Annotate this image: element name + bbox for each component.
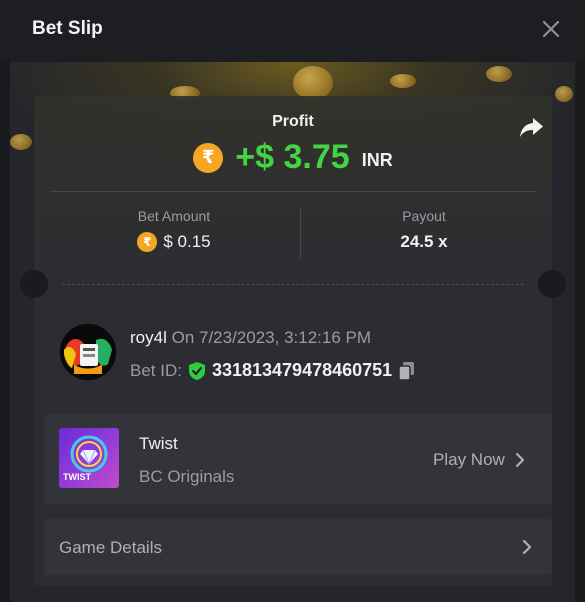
payout-stat: Payout 24.5 x	[299, 208, 549, 252]
shield-check-icon	[188, 361, 206, 381]
bet-id-value: 331813479478460751	[211, 360, 393, 380]
play-now-button[interactable]: Play Now	[433, 450, 525, 470]
chevron-right-icon	[515, 452, 525, 468]
game-card[interactable]: TWIST Twist BC Originals Play Now	[44, 414, 552, 504]
payout-label: Payout	[402, 208, 446, 224]
close-icon[interactable]	[540, 18, 562, 40]
payout-value: 24.5 x	[400, 232, 448, 251]
profit-row: ₹ +$ 3.75 INR	[34, 138, 552, 177]
decorative-coin	[10, 134, 32, 150]
decorative-coin	[486, 66, 512, 82]
decorative-coin	[293, 66, 333, 100]
rupee-coin-icon: ₹	[193, 142, 224, 173]
bet-id-line: Bet ID: 331813479478460751	[130, 360, 416, 381]
bet-amount-row: ₹ $ 0.15	[49, 232, 299, 252]
profit-value: +$ 3.75	[235, 138, 350, 176]
decorative-coin	[555, 86, 573, 102]
bet-card: Profit ₹ +$ 3.75 INR Bet Amount ₹ $ 0.15…	[20, 96, 566, 586]
game-details-label: Game Details	[59, 538, 162, 557]
game-provider: BC Originals	[139, 467, 235, 486]
ticket-notch-right	[538, 270, 566, 298]
bet-amount-label: Bet Amount	[137, 208, 211, 224]
game-thumbnail: TWIST	[59, 428, 119, 488]
share-icon[interactable]	[518, 116, 544, 140]
profit-label: Profit	[272, 113, 314, 130]
bet-id-label: Bet ID:	[130, 360, 182, 380]
game-details-row[interactable]: Game Details	[44, 519, 552, 575]
chevron-right-icon	[522, 539, 532, 560]
bet-slip-panel: Profit ₹ +$ 3.75 INR Bet Amount ₹ $ 0.15…	[10, 62, 575, 602]
play-now-label: Play Now	[433, 450, 505, 469]
username[interactable]: roy4l	[130, 328, 167, 347]
game-name: Twist	[139, 434, 178, 453]
bet-slip-header: Bet Slip	[0, 0, 585, 62]
ticket-notch-left	[20, 270, 48, 298]
avatar[interactable]	[60, 324, 116, 380]
game-thumbnail-label: TWIST	[63, 472, 91, 482]
user-line: roy4l On 7/23/2023, 3:12:16 PM	[130, 328, 371, 348]
bet-date: On 7/23/2023, 3:12:16 PM	[171, 328, 372, 347]
bet-amount-value: $ 0.15	[163, 232, 211, 251]
decorative-coin	[390, 74, 416, 88]
copy-icon[interactable]	[398, 361, 416, 381]
profit-currency: INR	[361, 150, 393, 170]
rupee-coin-icon: ₹	[137, 232, 158, 252]
bet-amount-stat: Bet Amount ₹ $ 0.15	[49, 208, 299, 252]
dashed-separator	[62, 284, 524, 285]
divider	[50, 191, 536, 192]
page-title: Bet Slip	[32, 18, 103, 39]
